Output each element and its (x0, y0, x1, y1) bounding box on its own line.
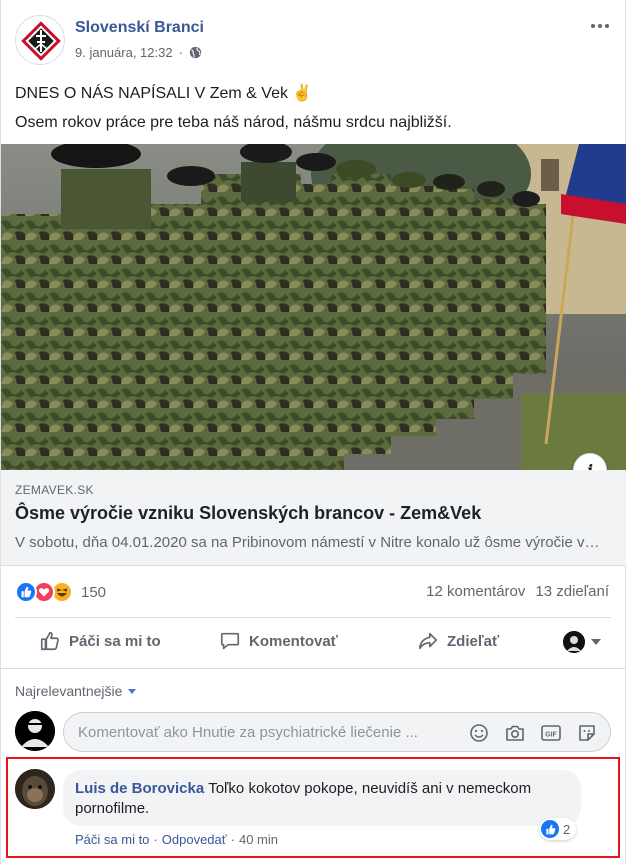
share-button[interactable]: Zdieľať (417, 630, 499, 652)
post-headline: DNES O NÁS NAPÍSALI V Zem & Vek ✌️ (15, 85, 313, 102)
gif-icon[interactable]: GIF (540, 722, 562, 744)
shares-count-link[interactable]: 13 zdieľaní (535, 583, 609, 600)
like-icon (15, 581, 37, 603)
comment-bubble: Luis de Borovicka Toľko kokotov pokope, n… (63, 770, 581, 826)
comment-author-link[interactable]: Luis de Borovicka (75, 780, 204, 797)
post-options-button[interactable] (587, 16, 613, 36)
viewer-selector[interactable] (563, 631, 601, 653)
comment-composer: GIF (63, 712, 611, 752)
comment-input[interactable] (78, 713, 458, 751)
post-photo[interactable] (1, 144, 626, 470)
page-name-link[interactable]: Slovenskí Branci (75, 19, 204, 37)
sticker-icon[interactable] (576, 722, 598, 744)
viewer-avatar (563, 631, 585, 653)
reaction-count: 150 (81, 583, 107, 601)
link-description: V sobotu, dňa 04.01.2020 sa na Pribinovo… (15, 534, 605, 551)
separator: · (230, 832, 235, 847)
sort-label: Najrelevantnejšie (15, 683, 123, 699)
chevron-down-icon (591, 639, 601, 645)
globe-icon[interactable] (189, 46, 202, 59)
comment-meta: Páči sa mi to · Odpovedať · 40 min (75, 832, 278, 847)
like-button-label: Páči sa mi to (69, 632, 161, 650)
share-button-label: Zdieľať (447, 632, 500, 650)
thumbs-up-icon (40, 631, 59, 651)
link-title[interactable]: Ôsme výročie vzniku Slovenských brancov … (15, 503, 481, 524)
post-body: Osem rokov práce pre teba náš národ, náš… (15, 114, 452, 131)
comment-button[interactable]: Komentovať (219, 630, 338, 652)
camera-icon[interactable] (504, 722, 526, 744)
current-user-avatar[interactable] (15, 711, 55, 751)
emoji-icon[interactable] (468, 722, 490, 744)
dot (591, 24, 595, 28)
comment-sort-dropdown[interactable]: Najrelevantnejšie (15, 683, 137, 699)
dot (598, 24, 602, 28)
like-button[interactable]: Páči sa mi to (39, 630, 161, 652)
link-preview[interactable]: ZEMAVEK.SK Ôsme výročie vzniku Slovenský… (1, 470, 626, 566)
post-card: Slovenskí Branci 9. januára, 12:32 · DNE… (0, 0, 626, 864)
svg-text:GIF: GIF (545, 732, 557, 739)
dot (605, 24, 609, 28)
post-text: DNES O NÁS NAPÍSALI V Zem & Vek ✌️ Osem … (15, 79, 615, 137)
comment-time[interactable]: 40 min (239, 832, 278, 847)
reactions-summary[interactable]: 150 (15, 581, 106, 603)
speech-bubble-icon (220, 632, 240, 650)
separator: · (153, 832, 158, 847)
share-arrow-icon (418, 632, 438, 650)
comment-button-label: Komentovať (249, 632, 338, 650)
separator: · (178, 45, 183, 60)
page-logo-icon (21, 21, 61, 61)
composer-tools: GIF (468, 722, 598, 744)
soldiers-photo-image (1, 144, 626, 470)
comment-reaction-count: 2 (563, 821, 571, 837)
like-icon (541, 820, 559, 838)
comment-reply-link[interactable]: Odpovedať (162, 832, 227, 847)
engagement-counts: 12 komentárov 13 zdieľaní (426, 583, 609, 600)
link-domain: ZEMAVEK.SK (15, 483, 94, 497)
post-actions-bar: Páči sa mi to Komentovať Zdieľať (1, 618, 626, 668)
comment-like-link[interactable]: Páči sa mi to (75, 832, 149, 847)
page-avatar[interactable] (15, 15, 65, 65)
comment-reactions[interactable]: 2 (539, 818, 577, 840)
post-timestamp[interactable]: 9. januára, 12:32 (75, 45, 173, 60)
post-meta: 9. januára, 12:32 · (75, 45, 202, 60)
chevron-down-icon (128, 688, 137, 694)
commenter-avatar[interactable] (15, 769, 55, 809)
divider (1, 668, 625, 669)
comments-count-link[interactable]: 12 komentárov (426, 583, 525, 600)
